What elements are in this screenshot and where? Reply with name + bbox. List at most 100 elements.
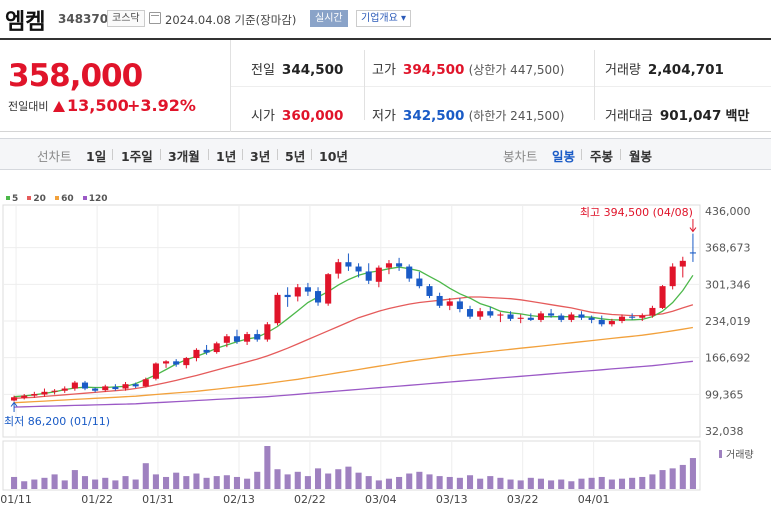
volume-bar	[193, 473, 200, 489]
volume-bar	[132, 479, 139, 489]
volume-bar	[598, 476, 605, 489]
volume-bar	[649, 474, 656, 489]
ma5-line	[14, 266, 694, 398]
candle-body	[548, 313, 555, 316]
candle-body	[81, 382, 89, 389]
volume-bar	[618, 478, 626, 489]
volume-bar	[112, 480, 119, 489]
y-tick-label: 32,038	[705, 425, 744, 438]
max-price-annotation: 최고 394,500 (04/08)	[580, 206, 693, 219]
y-tick-label: 166,692	[705, 352, 751, 365]
candle-body	[152, 363, 159, 379]
candle-body	[132, 384, 139, 387]
volume-bar	[385, 478, 393, 489]
y-tick-label: 368,673	[705, 242, 751, 255]
volume-bar	[355, 472, 362, 489]
volume-bar	[254, 471, 261, 489]
candle-body	[578, 314, 585, 318]
candle-body	[11, 397, 18, 401]
volume-bar	[223, 475, 230, 489]
y-tick-label: 436,000	[705, 205, 751, 218]
candle-body	[679, 260, 686, 267]
candle-body	[203, 349, 210, 353]
candle-body	[456, 301, 463, 310]
candlestick-chart: 436,000 368,673 301,346 234,019 166,692 99,36…	[0, 204, 754, 506]
volume-bar	[497, 477, 504, 489]
volume-bar	[669, 468, 676, 489]
candle-body	[588, 317, 595, 320]
candle-body	[507, 314, 514, 319]
candle-body	[497, 314, 504, 316]
candle-body	[355, 266, 362, 272]
candle-body	[92, 388, 99, 391]
candle-body	[314, 291, 322, 303]
volume-bar	[426, 474, 433, 489]
candle-body	[274, 294, 281, 324]
volume-bar	[416, 471, 423, 489]
volume-bar	[679, 464, 686, 489]
candle-body	[406, 266, 413, 279]
candle-body	[193, 349, 200, 359]
candle-body	[466, 309, 474, 317]
volume-bar	[517, 480, 524, 489]
volume-bar	[304, 476, 311, 489]
volume-bar	[325, 473, 332, 489]
x-tick-label: 03/22	[507, 493, 539, 506]
volume-legend-label: 거래량	[726, 449, 754, 461]
candle-body	[426, 286, 433, 296]
volume-bar	[71, 470, 78, 489]
candle-body	[689, 252, 696, 254]
volume-bar	[487, 476, 494, 489]
volume-bar	[92, 479, 99, 489]
volume-bar	[122, 476, 129, 489]
candle-body	[61, 388, 68, 391]
candle-body	[669, 266, 676, 287]
candle-body	[21, 395, 28, 398]
volume-bar	[548, 480, 555, 489]
volume-bar	[314, 468, 322, 489]
candle-body	[41, 391, 48, 395]
candle-body	[264, 324, 271, 340]
volume-bar	[446, 476, 453, 489]
ma60-line	[14, 326, 694, 404]
min-price-annotation: 최저 86,200 (01/11)	[4, 415, 110, 428]
candle-body	[517, 317, 524, 319]
volume-bar	[213, 476, 220, 489]
volume-bar	[365, 476, 372, 489]
candle-body	[629, 316, 636, 318]
candle-body	[294, 287, 301, 297]
volume-bar	[173, 472, 180, 489]
volume-bar	[345, 466, 352, 489]
candle-body	[102, 386, 109, 391]
candle-body	[142, 379, 149, 387]
volume-bar	[11, 476, 18, 489]
y-tick-label: 99,365	[705, 388, 744, 401]
x-tick-label: 01/11	[0, 493, 32, 506]
candle-body	[436, 295, 443, 306]
volume-bar	[639, 476, 646, 489]
candle-body	[112, 386, 119, 390]
volume-bar	[578, 478, 585, 489]
ma20-line	[14, 296, 694, 399]
candle-body	[649, 307, 656, 316]
volume-bar	[163, 476, 170, 489]
candle-body	[375, 267, 382, 282]
candle-body	[598, 319, 605, 325]
volume-bar	[274, 469, 281, 489]
volume-legend-swatch	[719, 450, 722, 458]
candle-body	[446, 301, 453, 306]
volume-bar	[294, 471, 301, 489]
candle-body	[558, 315, 565, 320]
volume-bar	[244, 478, 251, 489]
candle-body	[365, 271, 372, 281]
x-tick-label: 01/22	[81, 493, 113, 506]
volume-bar	[689, 458, 696, 489]
volume-bar	[335, 469, 342, 489]
candle-body	[385, 263, 393, 268]
x-tick-label: 01/31	[142, 493, 174, 506]
candle-body	[608, 321, 615, 325]
candle-body	[537, 313, 544, 320]
candle-body	[51, 390, 58, 392]
volume-bar	[537, 478, 544, 489]
volume-bar	[396, 476, 403, 489]
